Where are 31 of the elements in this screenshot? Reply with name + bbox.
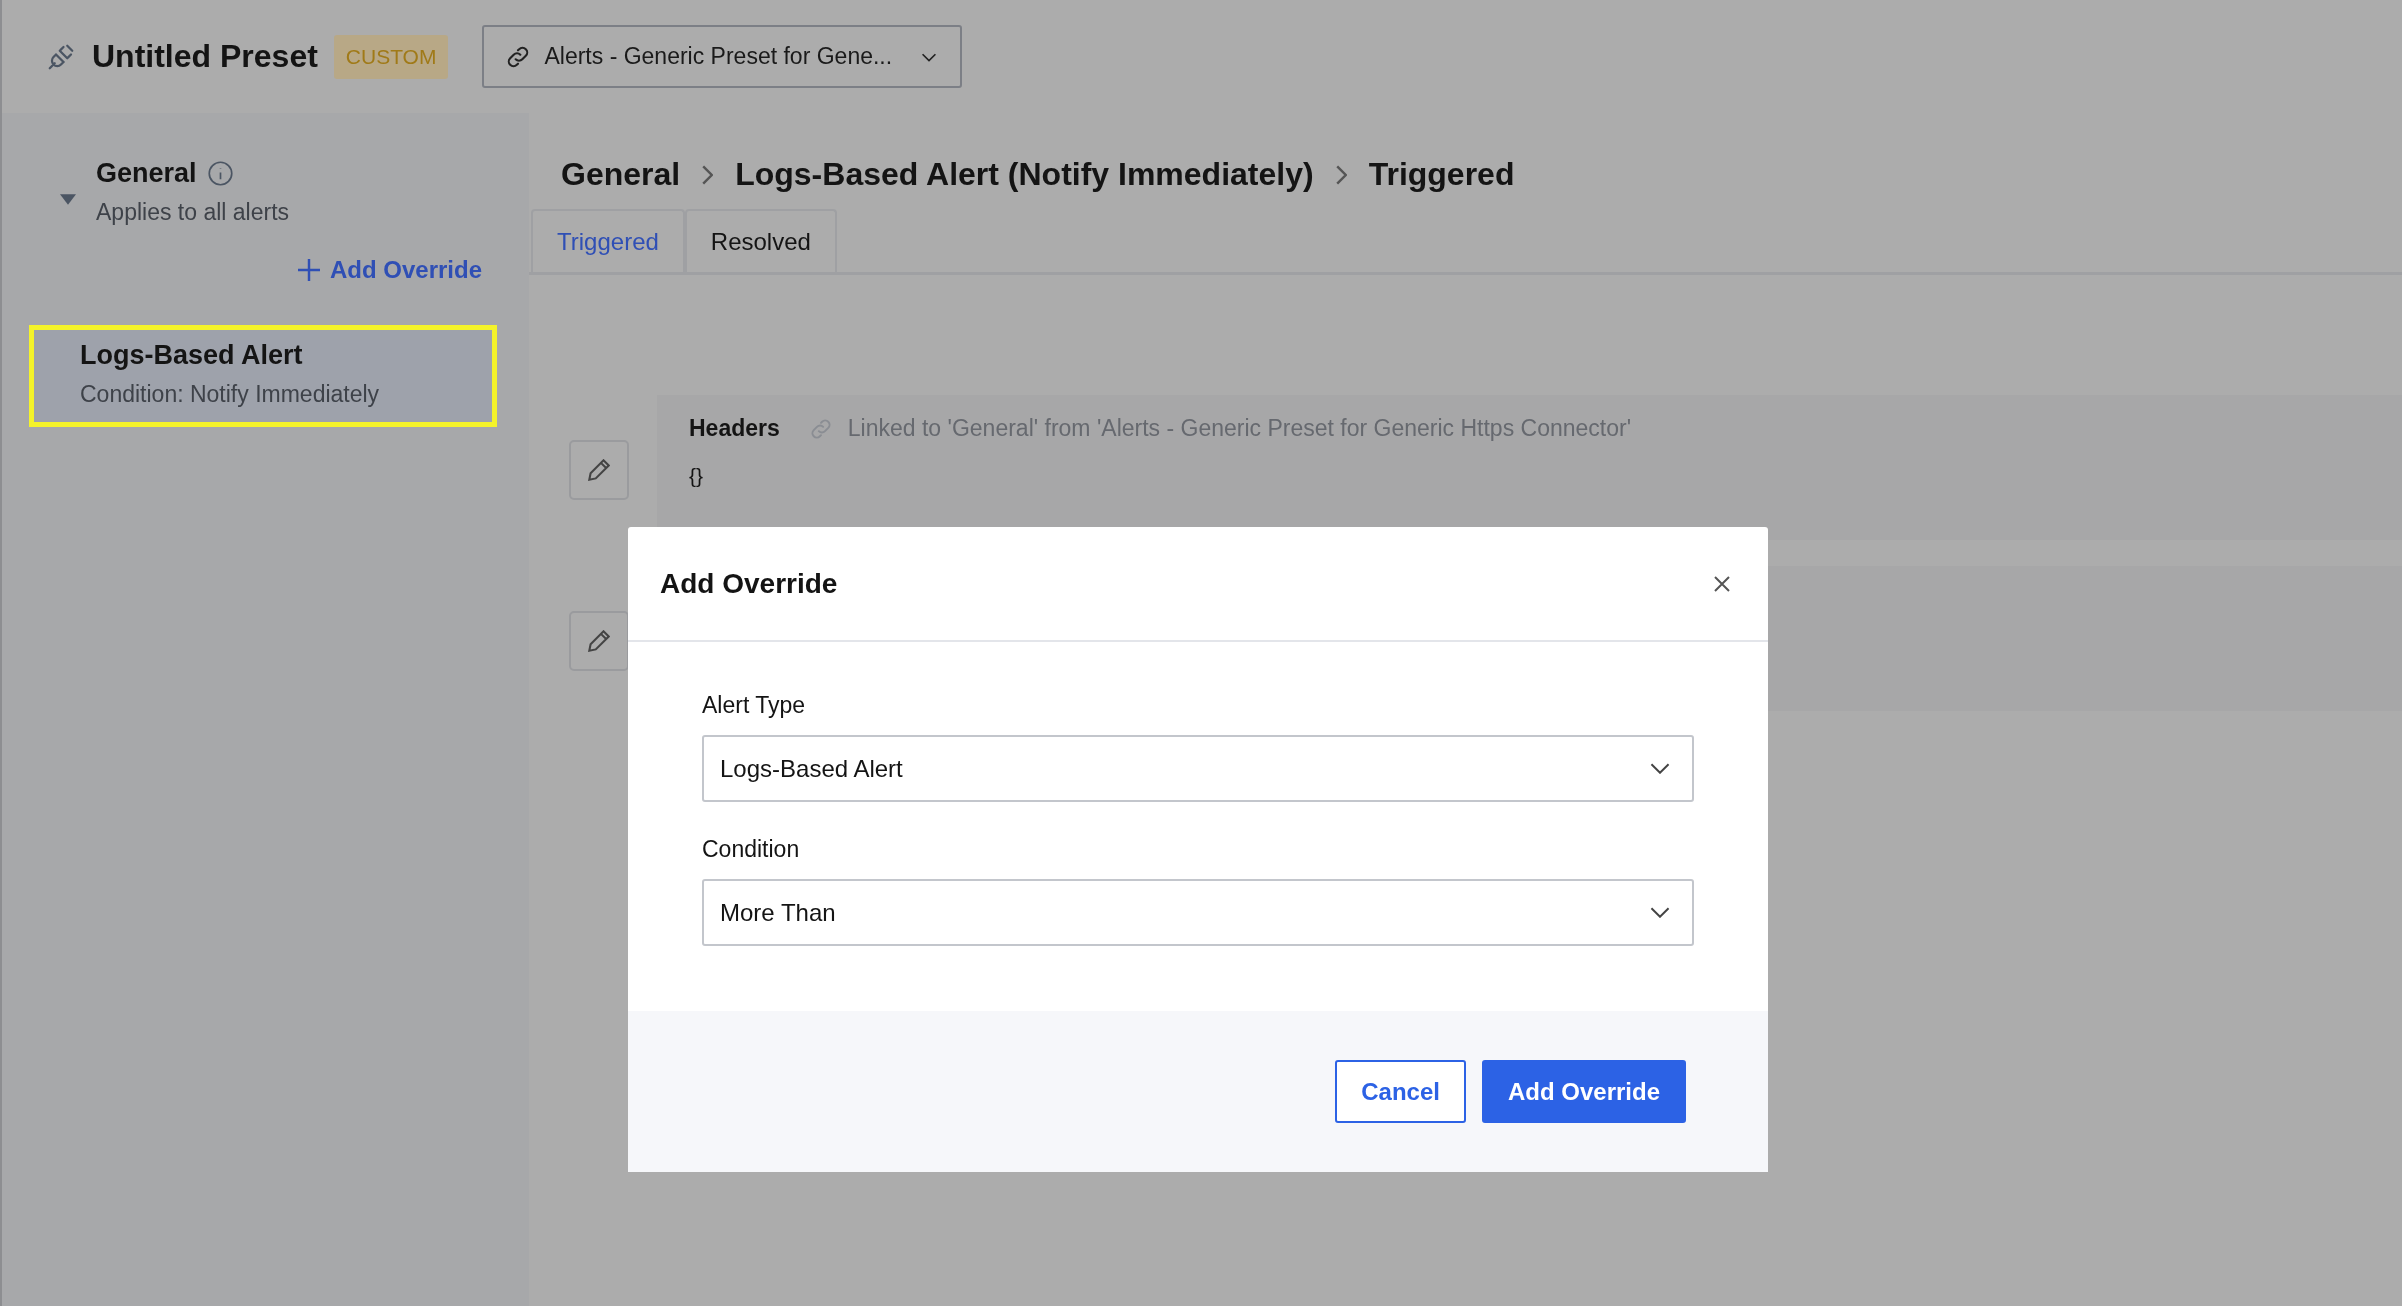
modal-title: Add Override (660, 567, 838, 600)
add-override-button[interactable]: Add Override (1481, 1060, 1686, 1123)
panel-title: Headers (689, 415, 780, 442)
select-field[interactable]: More Than (702, 879, 1694, 946)
plus-icon (297, 259, 320, 281)
breadcrumb-item: Triggered (1368, 156, 1515, 193)
edit-button[interactable] (569, 440, 629, 500)
linked-note: Linked to 'General' from 'Alerts - Generic Preset for Generic Https Connector' (847, 415, 1632, 442)
panel-value: {} (689, 464, 705, 488)
chevron-right-icon (1335, 164, 1347, 185)
chevron-down-icon (1650, 907, 1670, 918)
breadcrumb-item[interactable]: Logs-Based Alert (Notify Immediately) (735, 156, 1314, 193)
breadcrumb-item[interactable]: General (561, 156, 681, 193)
cancel-button[interactable]: Cancel (1335, 1060, 1466, 1123)
field-label: Alert Type (702, 692, 807, 719)
group-subtitle: Applies to all alerts (96, 199, 290, 226)
group-title[interactable]: General (96, 158, 197, 189)
preset-dropdown[interactable]: Alerts - Generic Preset for Gene... (482, 25, 963, 88)
chevron-right-icon (702, 164, 714, 185)
preset-title: Untitled Preset (92, 38, 318, 75)
caret-down-icon[interactable] (60, 194, 76, 205)
pencil-icon (588, 459, 610, 481)
sidebar-item[interactable]: Logs-Based Alert Condition: Notify Immediately (32, 328, 494, 424)
chevron-down-icon (1650, 763, 1670, 774)
info-icon (206, 160, 234, 187)
close-icon (1714, 575, 1730, 592)
select-field[interactable]: Logs-Based Alert (702, 735, 1694, 802)
field-label: Condition (702, 836, 801, 863)
pencil-icon (588, 630, 610, 652)
tab[interactable]: Resolved (684, 209, 837, 272)
custom-badge: CUSTOM (333, 34, 449, 79)
